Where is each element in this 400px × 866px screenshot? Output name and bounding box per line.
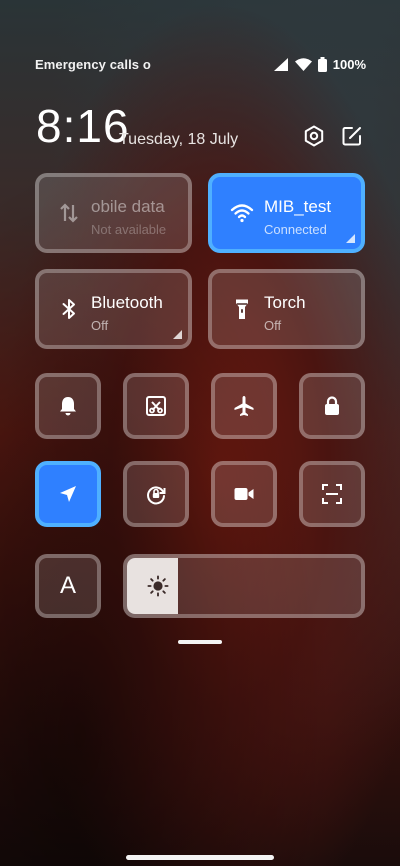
- wifi-network-name: MIB_test: [264, 197, 332, 216]
- torch-status: Off: [264, 318, 282, 333]
- bell-icon: [60, 397, 76, 416]
- scanner-tile[interactable]: [299, 461, 365, 527]
- emergency-calls-text: Emergency calls o: [35, 56, 151, 72]
- rotation-lock-tile[interactable]: [123, 461, 189, 527]
- bluetooth-label: Bluetooth: [91, 293, 163, 312]
- airplane-mode-tile[interactable]: [211, 373, 277, 439]
- brightness-slider[interactable]: [123, 554, 365, 618]
- settings-hex-icon[interactable]: [302, 124, 326, 148]
- screenshot-scissors-icon: [146, 396, 166, 416]
- mobile-data-tile[interactable]: obile data Not available: [35, 173, 192, 253]
- auto-brightness-tile[interactable]: A: [35, 554, 101, 618]
- screen-recorder-tile[interactable]: [211, 461, 277, 527]
- wifi-tile[interactable]: MIB_test Connected: [208, 173, 365, 253]
- airplane-icon: [234, 396, 254, 416]
- sun-icon: [147, 575, 169, 597]
- location-arrow-icon: [60, 486, 76, 502]
- status-bar: Emergency calls o 100%: [35, 55, 366, 73]
- wifi-icon: [230, 204, 254, 223]
- screenshot-tile[interactable]: [123, 373, 189, 439]
- torch-tile[interactable]: Torch Off: [208, 269, 365, 349]
- video-camera-icon: [234, 488, 254, 500]
- torch-label: Torch: [264, 293, 306, 312]
- wifi-signal-icon: [294, 57, 312, 71]
- rotation-lock-icon: [147, 486, 166, 505]
- bluetooth-status: Off: [91, 318, 109, 333]
- gesture-navigation-bar[interactable]: [126, 855, 274, 860]
- lock-icon: [325, 396, 339, 415]
- bluetooth-icon: [62, 299, 75, 319]
- mobile-data-status: Not available: [91, 222, 167, 237]
- location-tile[interactable]: [35, 461, 101, 527]
- date-text: Tuesday, 18 July: [119, 131, 239, 148]
- flashlight-icon: [236, 299, 248, 319]
- panel-drag-handle[interactable]: [178, 640, 222, 644]
- mobile-data-label: obile data: [91, 197, 165, 216]
- scan-icon: [322, 484, 342, 504]
- battery-percent: 100%: [332, 56, 366, 72]
- cellular-signal-icon: [273, 57, 288, 71]
- expand-corner-icon[interactable]: [173, 330, 182, 339]
- data-arrows-icon: [60, 203, 78, 223]
- expand-corner-icon[interactable]: [346, 234, 355, 243]
- status-icons: 100%: [273, 56, 366, 72]
- battery-icon: [317, 56, 327, 72]
- clock-time: 8:16: [36, 100, 130, 152]
- sound-tile[interactable]: [35, 373, 101, 439]
- lock-screen-tile[interactable]: [299, 373, 365, 439]
- edit-icon[interactable]: [340, 124, 364, 148]
- wifi-status: Connected: [264, 222, 327, 237]
- auto-brightness-label: A: [59, 572, 77, 599]
- bluetooth-tile[interactable]: Bluetooth Off: [35, 269, 192, 349]
